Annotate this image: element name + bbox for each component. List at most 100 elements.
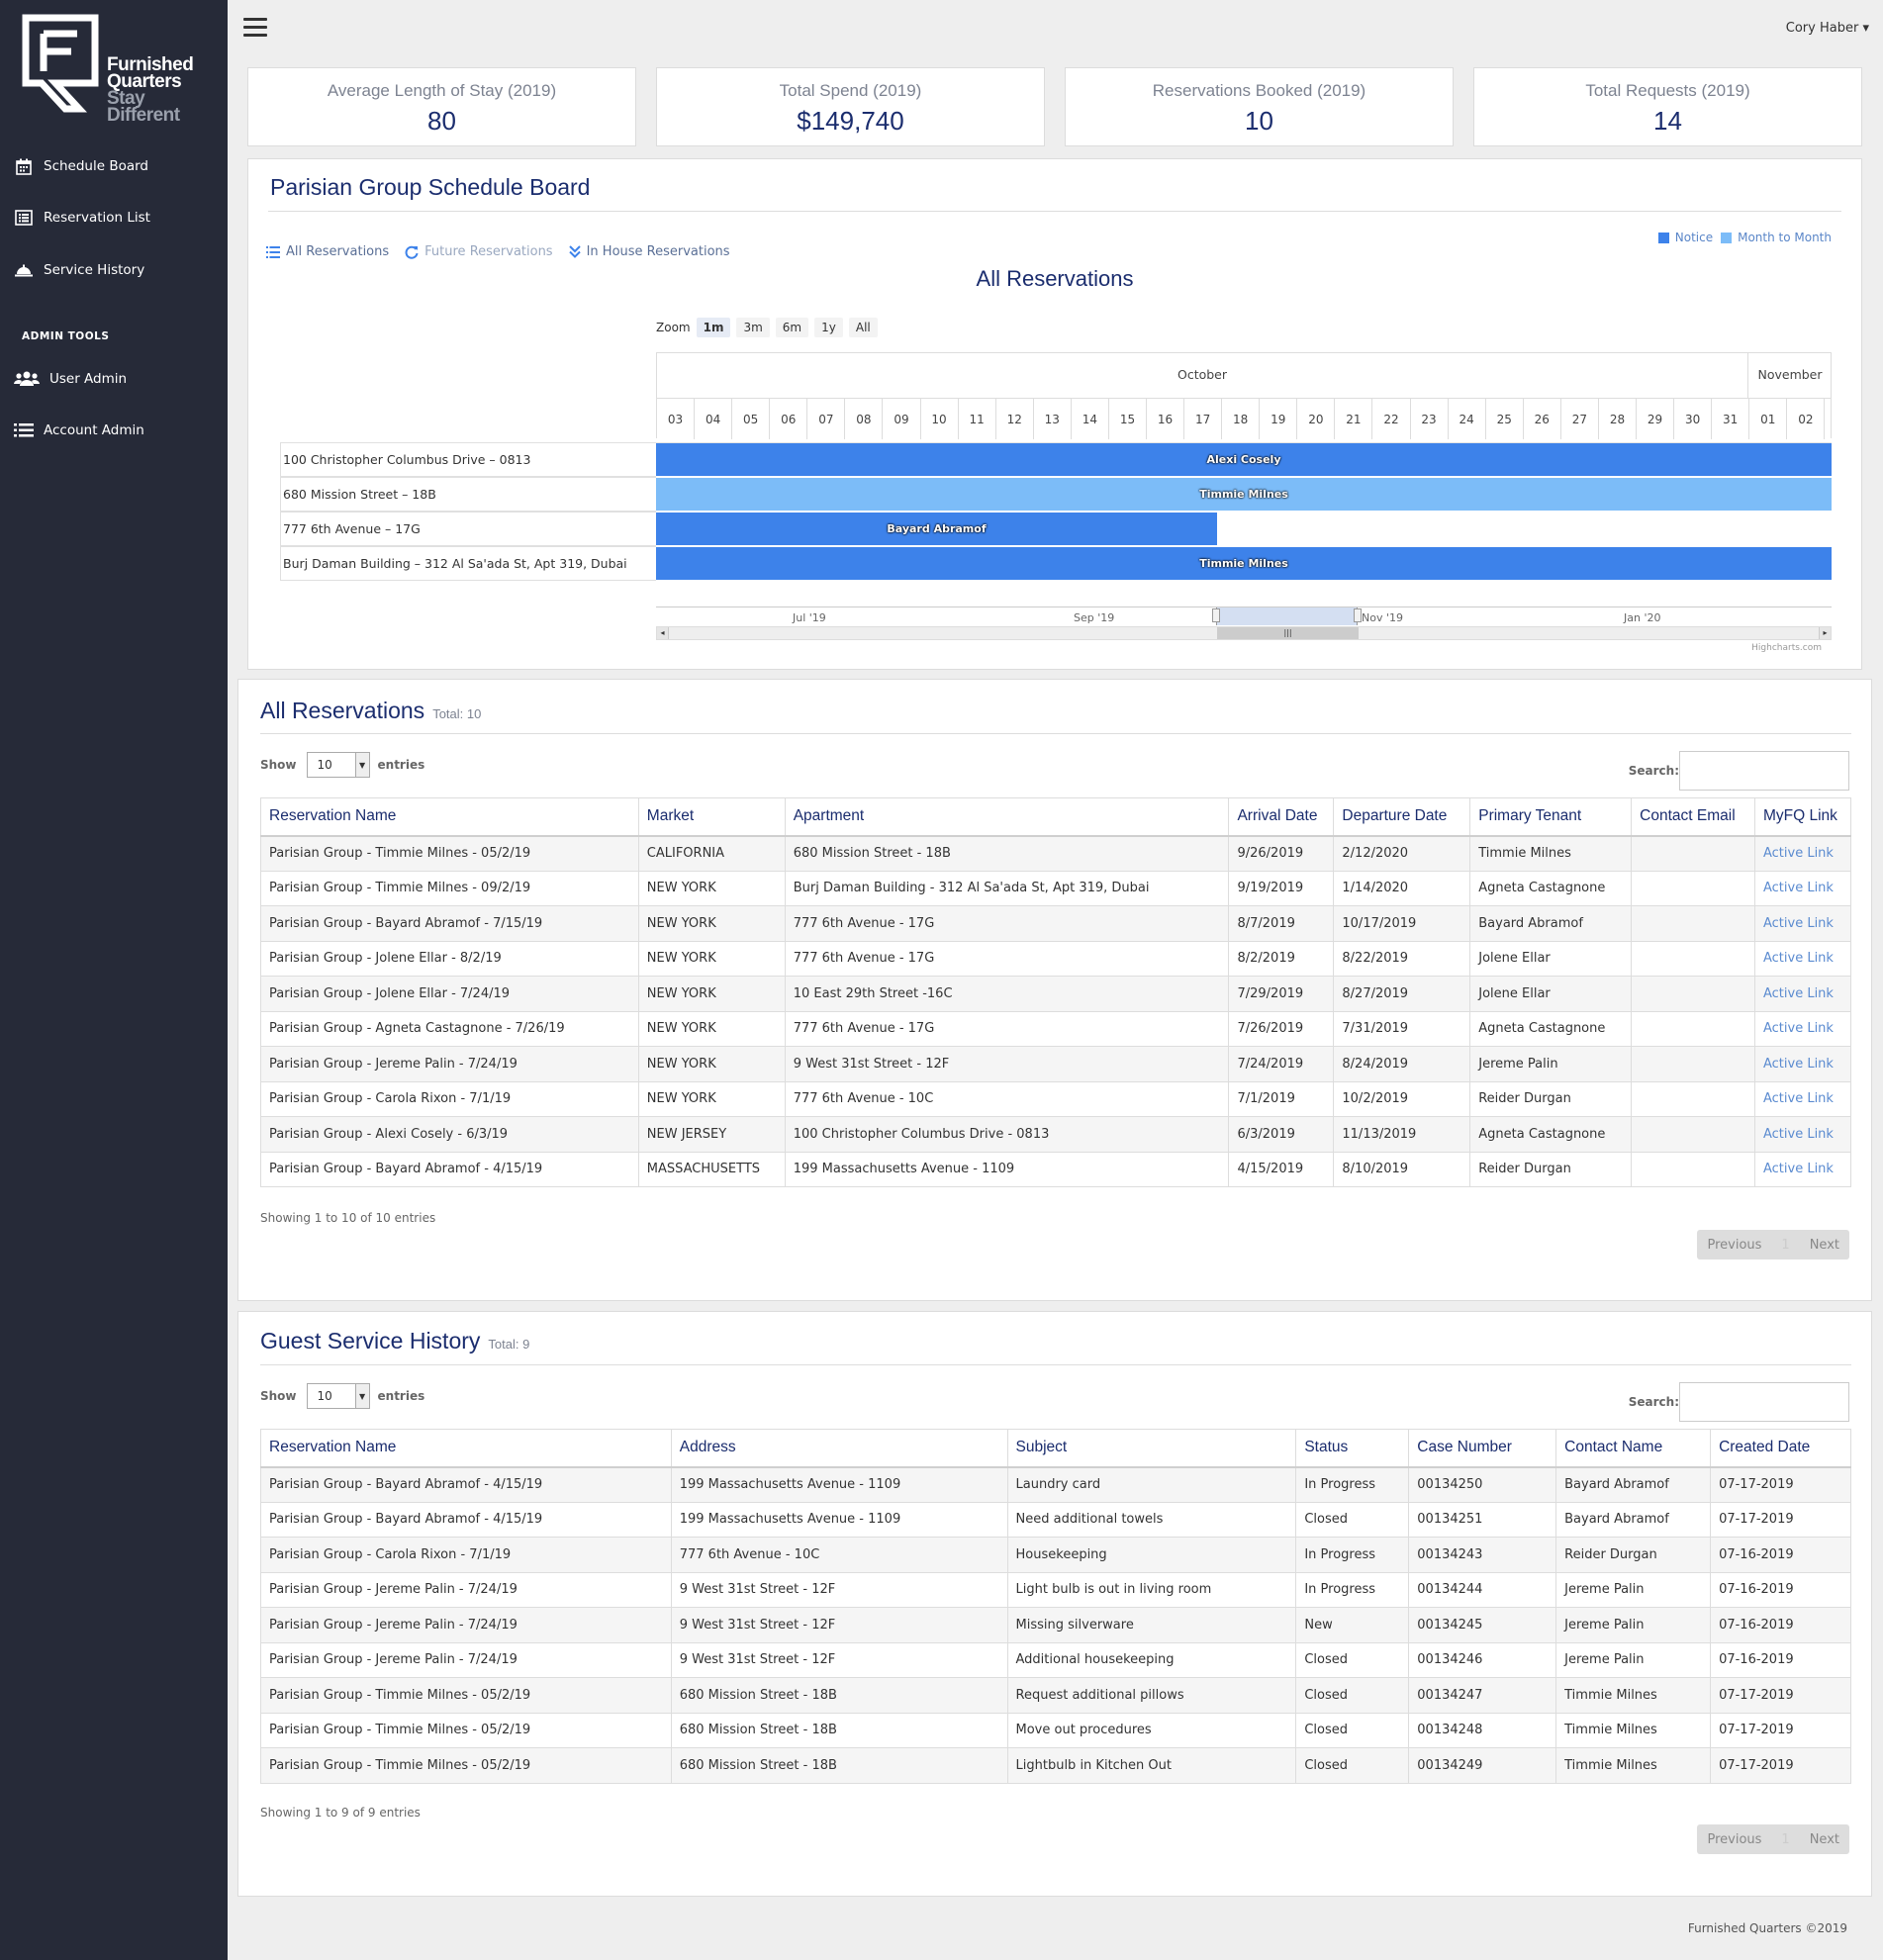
myfq-active-link[interactable]: Active Link (1753, 1080, 1852, 1117)
reservation-bar[interactable]: Timmie Milnes (656, 547, 1832, 580)
table-cell: Timmie Milnes (1469, 835, 1633, 872)
chevron-down-icon: ▼ (354, 753, 369, 777)
column-header[interactable]: Address (670, 1429, 1008, 1468)
zoom-all-button[interactable]: All (848, 318, 878, 337)
sidebar-item-reservation-list[interactable]: Reservation List (14, 203, 150, 233)
table-cell: 777 6th Avenue - 10C (670, 1537, 1008, 1573)
table-cell: 10/2/2019 (1333, 1080, 1471, 1117)
navigator-label: Jul '19 (793, 611, 826, 624)
day-cell: 18 (1222, 399, 1261, 439)
column-header[interactable]: Subject (1006, 1429, 1297, 1468)
highcharts-credit[interactable]: Highcharts.com (1751, 643, 1822, 653)
previous-page-button[interactable]: Previous (1697, 1238, 1771, 1253)
hamburger-menu-icon[interactable] (243, 18, 267, 38)
table-cell: 7/29/2019 (1228, 976, 1335, 1012)
sidebar-item-account-admin[interactable]: Account Admin (14, 416, 144, 445)
table-cell: 8/24/2019 (1333, 1046, 1471, 1082)
chart-legend: Notice Month to Month (1657, 231, 1832, 244)
tab-label: Future Reservations (424, 244, 553, 259)
sidebar-item-schedule-board[interactable]: Schedule Board (14, 151, 148, 181)
table-cell: Timmie Milnes (1555, 1747, 1712, 1784)
scroll-left-icon[interactable]: ◂ (657, 627, 669, 639)
table-row: Parisian Group - Agneta Castagnone - 7/2… (260, 1010, 1852, 1047)
table-cell: Parisian Group - Timmie Milnes - 05/2/19 (260, 1747, 672, 1784)
myfq-active-link[interactable]: Active Link (1753, 1116, 1852, 1153)
myfq-active-link[interactable]: Active Link (1753, 940, 1852, 977)
tab-in-house-reservations[interactable]: In House Reservations (568, 244, 730, 259)
navigator-scrollbar[interactable]: ◂ ||| ▸ (656, 626, 1832, 640)
table-cell: Bayard Abramof (1469, 905, 1633, 942)
navigator-window[interactable] (1216, 607, 1358, 625)
zoom-3m-button[interactable]: 3m (736, 318, 770, 337)
navigator-handle-right[interactable] (1354, 608, 1362, 622)
sidebar-item-service-history[interactable]: Service History (14, 255, 144, 285)
page-size-select[interactable]: 10 ▼ (306, 1383, 370, 1409)
show-label: Show (260, 758, 297, 772)
column-header[interactable]: Contact Email (1631, 797, 1755, 837)
navigator-handle-left[interactable] (1212, 608, 1220, 622)
footer-copyright: Furnished Quarters ©2019 (1687, 1921, 1847, 1935)
myfq-active-link[interactable]: Active Link (1753, 976, 1852, 1012)
table-cell: 9/19/2019 (1228, 870, 1335, 906)
stat-value: 10 (1245, 106, 1273, 136)
day-cell: 13 (1034, 399, 1072, 439)
page-1-button[interactable]: 1 (1771, 1238, 1799, 1253)
month-label-november: November (1757, 367, 1823, 382)
tab-all-reservations[interactable]: All Reservations (266, 244, 389, 259)
myfq-active-link[interactable]: Active Link (1753, 1046, 1852, 1082)
column-header[interactable]: Market (637, 797, 786, 837)
table-row: Parisian Group - Bayard Abramof - 4/15/1… (260, 1501, 1851, 1538)
table-cell: Parisian Group - Bayard Abramof - 4/15/1… (260, 1466, 672, 1503)
search-input[interactable] (1679, 1382, 1849, 1422)
table-header-row: Reservation Name Market Apartment Arrival D… (260, 797, 1852, 837)
sidebar-item-label: Reservation List (44, 210, 150, 226)
zoom-1m-button[interactable]: 1m (696, 318, 731, 337)
scrollbar-thumb[interactable]: ||| (1217, 627, 1359, 639)
column-header[interactable]: Contact Name (1555, 1429, 1712, 1468)
table-cell (1631, 905, 1755, 942)
search-input[interactable] (1679, 751, 1849, 791)
myfq-active-link[interactable]: Active Link (1753, 1151, 1852, 1187)
column-header[interactable]: Status (1295, 1429, 1410, 1468)
column-header[interactable]: MyFQ Link (1753, 797, 1852, 837)
column-header[interactable]: Reservation Name (260, 1429, 672, 1468)
table-cell (1631, 1046, 1755, 1082)
column-header[interactable]: Primary Tenant (1469, 797, 1633, 837)
myfq-active-link[interactable]: Active Link (1753, 1010, 1852, 1047)
stat-card-total-requests: Total Requests (2019) 14 (1473, 67, 1862, 146)
column-header[interactable]: Departure Date (1333, 797, 1471, 837)
scroll-right-icon[interactable]: ▸ (1819, 627, 1831, 639)
day-cell: 29 (1637, 399, 1675, 439)
reservation-bar[interactable]: Alexi Cosely (656, 443, 1832, 476)
previous-page-button[interactable]: Previous (1697, 1832, 1771, 1847)
legend-item-month-to-month[interactable]: Month to Month (1738, 231, 1832, 244)
page-size-select[interactable]: 10 ▼ (306, 752, 370, 778)
reservations-panel: All Reservations Total: 10 Show 10 ▼ entr… (237, 679, 1872, 1301)
reservation-bar[interactable]: Timmie Milnes (656, 478, 1832, 511)
myfq-active-link[interactable]: Active Link (1753, 905, 1852, 942)
brand-logo[interactable]: Furnished Quarters Stay Different (22, 12, 200, 131)
zoom-6m-button[interactable]: 6m (775, 318, 809, 337)
page-1-button[interactable]: 1 (1771, 1832, 1799, 1847)
table-cell: Timmie Milnes (1555, 1677, 1712, 1714)
column-header[interactable]: Created Date (1710, 1429, 1851, 1468)
user-menu[interactable]: Cory Haber ▾ (1786, 21, 1869, 36)
stat-label: Total Spend (2019) (779, 81, 922, 100)
table-cell: Light bulb is out in living room (1006, 1571, 1297, 1608)
column-header[interactable]: Arrival Date (1228, 797, 1335, 837)
table-cell: Move out procedures (1006, 1712, 1297, 1748)
legend-item-notice[interactable]: Notice (1675, 231, 1713, 244)
table-cell: Bayard Abramof (1555, 1501, 1712, 1538)
tab-future-reservations[interactable]: Future Reservations (405, 244, 553, 259)
reservations-heading: All Reservations Total: 10 (260, 698, 481, 724)
column-header[interactable]: Case Number (1408, 1429, 1557, 1468)
sidebar-item-user-admin[interactable]: User Admin (14, 364, 127, 394)
myfq-active-link[interactable]: Active Link (1753, 835, 1852, 872)
myfq-active-link[interactable]: Active Link (1753, 870, 1852, 906)
next-page-button[interactable]: Next (1800, 1832, 1849, 1847)
column-header[interactable]: Apartment (784, 797, 1230, 837)
column-header[interactable]: Reservation Name (260, 797, 639, 837)
next-page-button[interactable]: Next (1800, 1238, 1849, 1253)
reservation-bar[interactable]: Bayard Abramof (656, 513, 1217, 545)
zoom-1y-button[interactable]: 1y (814, 318, 843, 337)
